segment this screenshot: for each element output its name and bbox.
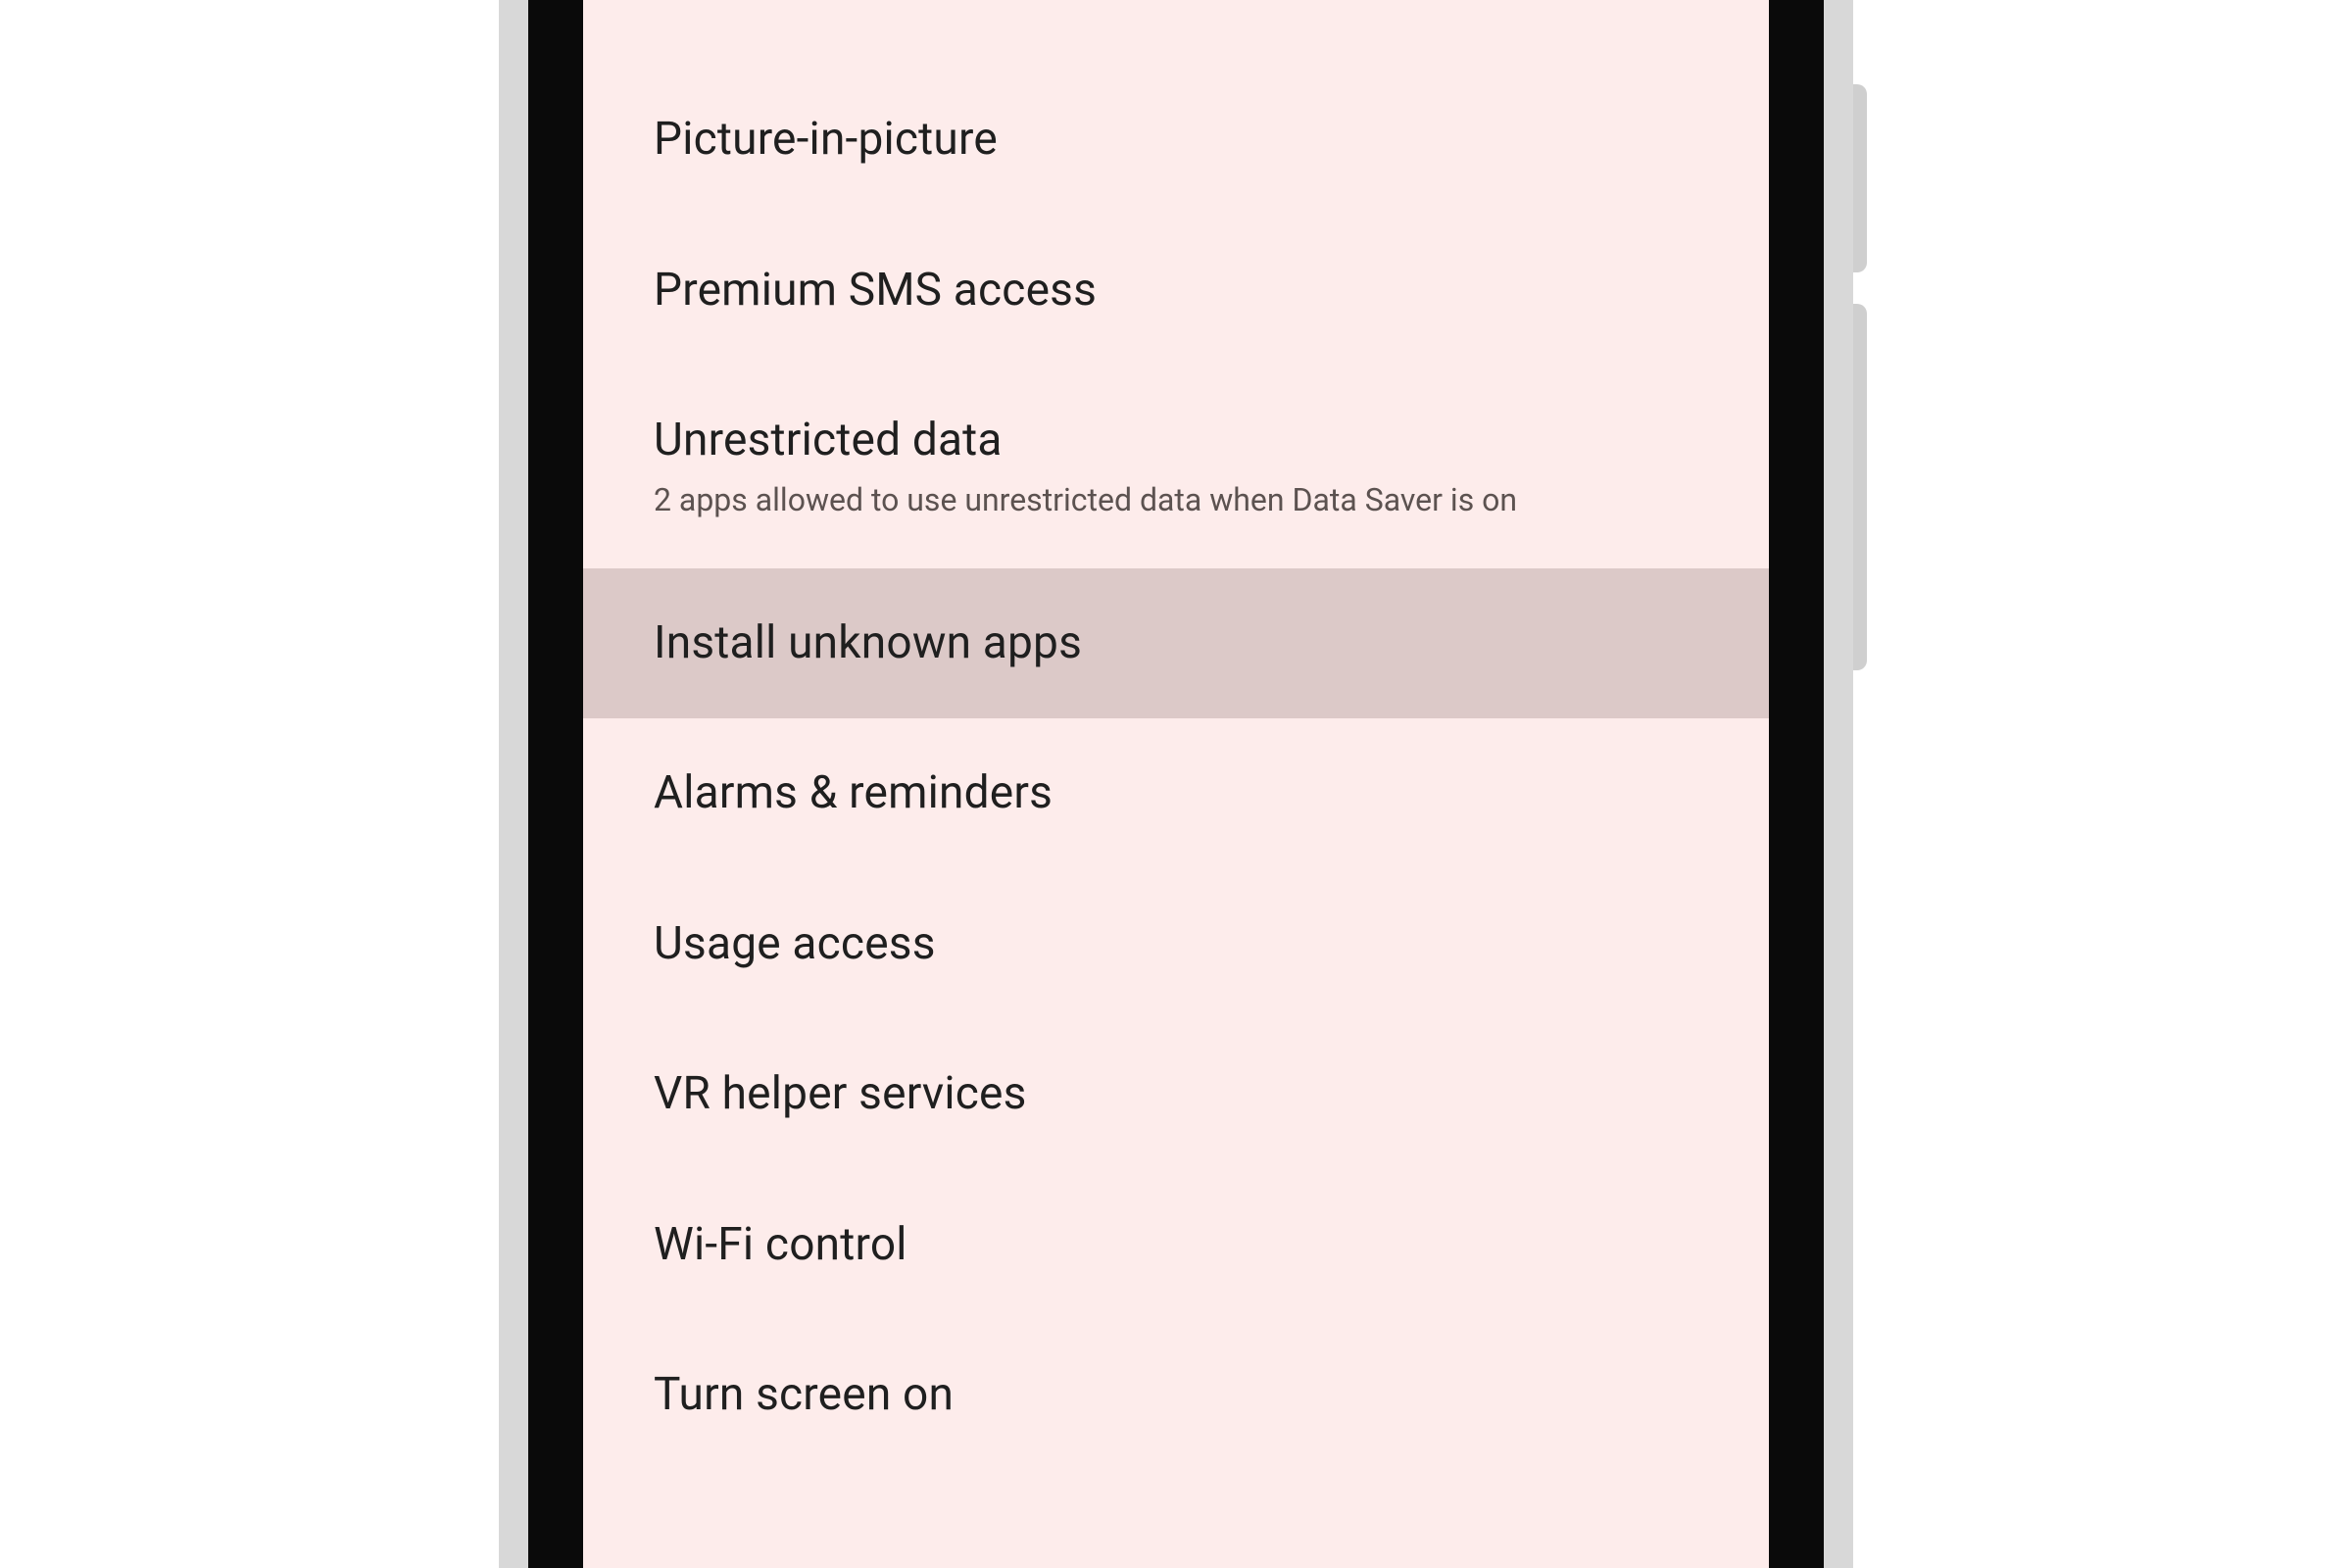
settings-item-title: Alarms & reminders xyxy=(654,765,1698,822)
settings-item-turn-screen-on[interactable]: Turn screen on xyxy=(583,1320,1769,1471)
settings-list: Picture-in-picture Premium SMS access Un… xyxy=(583,65,1769,1471)
settings-item-title: Usage access xyxy=(654,916,1698,973)
settings-item-picture-in-picture[interactable]: Picture-in-picture xyxy=(583,65,1769,216)
settings-item-vr-helper-services[interactable]: VR helper services xyxy=(583,1019,1769,1170)
settings-item-premium-sms-access[interactable]: Premium SMS access xyxy=(583,216,1769,367)
settings-item-title: Wi-Fi control xyxy=(654,1217,1698,1274)
settings-item-wifi-control[interactable]: Wi-Fi control xyxy=(583,1170,1769,1321)
settings-item-alarms-reminders[interactable]: Alarms & reminders xyxy=(583,718,1769,869)
settings-item-title: Unrestricted data xyxy=(654,413,1698,469)
phone-bezel: Picture-in-picture Premium SMS access Un… xyxy=(528,0,1824,1568)
phone-device-frame: Picture-in-picture Premium SMS access Un… xyxy=(499,0,1853,1568)
settings-item-title: Picture-in-picture xyxy=(654,112,1698,169)
volume-button xyxy=(1853,84,1867,272)
settings-item-title: Install unknown apps xyxy=(654,615,1698,672)
settings-item-unrestricted-data[interactable]: Unrestricted data 2 apps allowed to use … xyxy=(583,366,1769,568)
settings-item-title: VR helper services xyxy=(654,1066,1698,1123)
settings-item-install-unknown-apps[interactable]: Install unknown apps xyxy=(583,568,1769,719)
settings-item-title: Premium SMS access xyxy=(654,263,1698,319)
settings-item-title: Turn screen on xyxy=(654,1367,1698,1424)
settings-screen: Picture-in-picture Premium SMS access Un… xyxy=(583,0,1769,1568)
settings-item-usage-access[interactable]: Usage access xyxy=(583,869,1769,1020)
settings-item-subtitle: 2 apps allowed to use unrestricted data … xyxy=(654,479,1698,521)
power-button xyxy=(1853,304,1867,670)
